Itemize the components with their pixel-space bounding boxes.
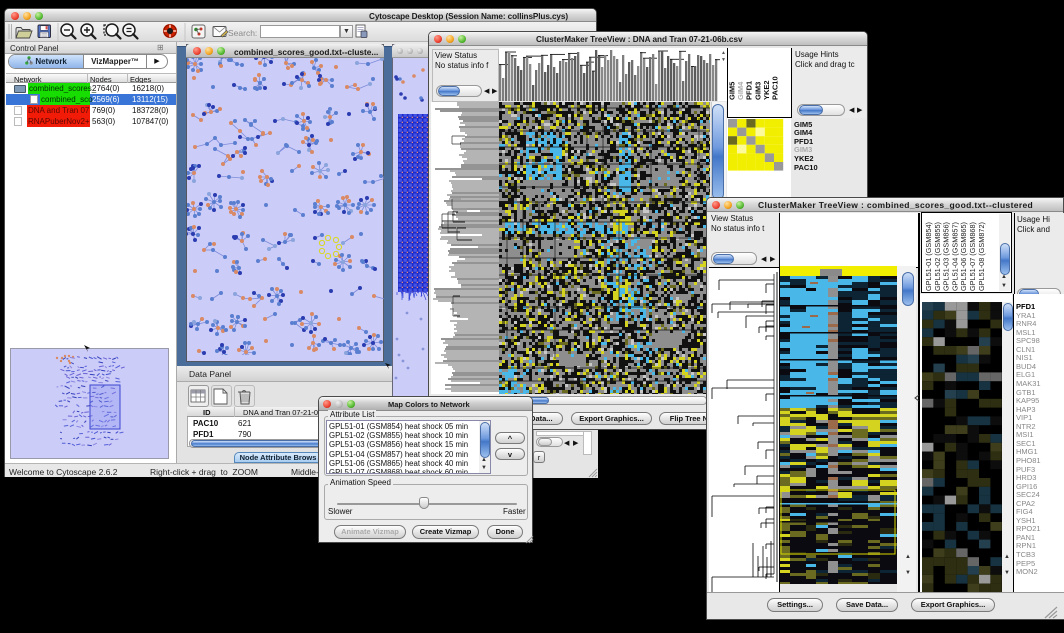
svg-text:GPL51-03 (GSM856): GPL51-03 (GSM856) xyxy=(942,222,951,291)
svg-text:Search:: Search: xyxy=(228,28,257,38)
svg-text:GPL51-02 (GSM855): GPL51-02 (GSM855) xyxy=(933,222,942,291)
svg-text:GPL51-08 (GSM872): GPL51-08 (GSM872) xyxy=(977,222,986,291)
svg-text:GPL51-06 (GSM865): GPL51-06 (GSM865) xyxy=(959,222,968,291)
svg-text:PAC10: PAC10 xyxy=(771,76,780,100)
svg-text:GPL51-07 (GSM868): GPL51-07 (GSM868) xyxy=(968,222,977,291)
svg-text:GPL51-01 (GSM854): GPL51-01 (GSM854) xyxy=(924,222,933,291)
svg-text:GPL51-04 (GSM857): GPL51-04 (GSM857) xyxy=(950,222,959,291)
